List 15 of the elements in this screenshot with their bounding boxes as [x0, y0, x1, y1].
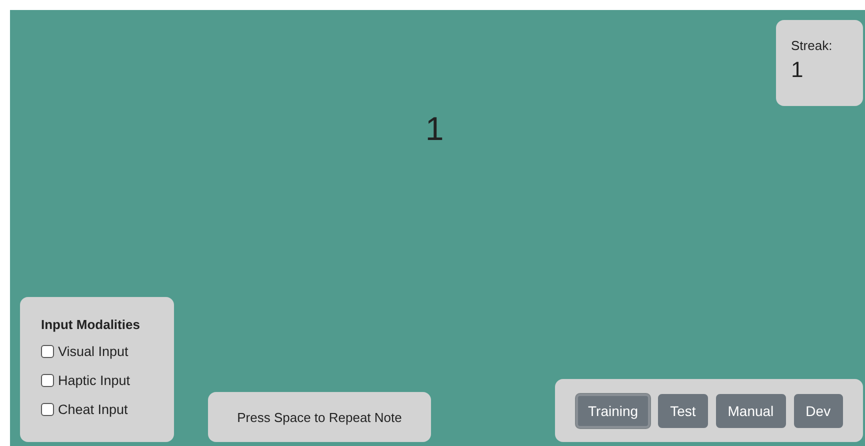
note-number: 1 — [425, 110, 444, 149]
mode-button[interactable]: Dev — [794, 394, 843, 428]
checkbox-label: Visual Input — [58, 344, 128, 358]
streak-value: 1 — [791, 57, 804, 83]
mode-button[interactable]: Test — [658, 394, 708, 428]
streak-label: Streak: — [791, 38, 834, 53]
checkbox[interactable] — [41, 344, 54, 358]
checkbox-label: Cheat Input — [58, 402, 128, 416]
checkbox[interactable] — [41, 374, 54, 386]
mode-button[interactable]: Manual — [716, 394, 786, 428]
repeat-hint: Press Space to Repeat Note — [208, 392, 431, 442]
checkbox[interactable] — [41, 402, 54, 416]
mode-button[interactable]: Training — [576, 394, 650, 428]
checkbox-label: Haptic Input — [58, 372, 130, 388]
modalities-title: Input Modalities — [41, 317, 141, 332]
